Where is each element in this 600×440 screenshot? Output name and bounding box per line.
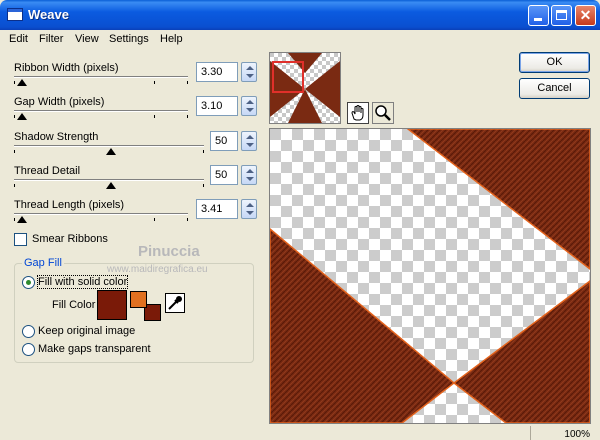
maximize-button[interactable] [551,5,572,26]
thread-detail-spinner[interactable] [241,165,257,185]
gap-width-label: Gap Width (pixels) [14,96,105,108]
spin-up-icon [246,100,254,104]
fill-color-swatch[interactable] [97,290,127,320]
ribbon-width-input[interactable]: 3.30 [196,62,238,82]
slider-tick [187,115,188,118]
spin-up-icon [246,203,254,207]
close-button[interactable]: ✕ [575,5,596,26]
gap-width-input[interactable]: 3.10 [196,96,238,116]
fill-solid-radio[interactable] [22,276,35,289]
slider-tick [203,150,204,153]
close-icon: ✕ [579,7,592,23]
pan-tool-button[interactable] [347,102,369,124]
maximize-icon [556,10,567,20]
slider-tick [14,218,15,221]
menu-bar: Edit Filter View Settings Help [0,30,600,50]
watermark-name: Pinuccia [138,243,200,260]
spin-down-icon [246,108,254,112]
eyedropper-button[interactable] [165,293,185,313]
slider-tick [154,218,155,221]
transparent-gaps-label[interactable]: Make gaps transparent [38,343,151,355]
preview-canvas[interactable] [269,128,591,424]
foreground-color-swatch[interactable] [130,291,147,308]
shadow-strength-slider[interactable] [14,145,204,153]
slider-tick [187,218,188,221]
spin-up-icon [246,169,254,173]
shadow-strength-label: Shadow Strength [14,131,99,143]
ribbon-width-label: Ribbon Width (pixels) [14,62,119,74]
slider-tick [154,81,155,84]
spin-down-icon [246,177,254,181]
ribbon-width-slider[interactable] [14,76,188,84]
thread-detail-input[interactable]: 50 [210,165,238,185]
title-bar[interactable]: Weave ✕ [0,0,600,30]
spin-up-icon [246,135,254,139]
slider-tick [14,115,15,118]
preview-thumbnail[interactable] [269,52,341,124]
smear-ribbons-checkbox[interactable] [14,233,27,246]
thread-detail-label: Thread Detail [14,165,81,177]
slider-tick [203,184,204,187]
spin-down-icon [246,74,254,78]
shadow-strength-input[interactable]: 50 [210,131,238,151]
minimize-icon [534,18,542,21]
spin-down-icon [246,211,254,215]
menu-edit[interactable]: Edit [9,33,28,45]
weave-preview-image [270,129,590,423]
hand-icon [351,105,364,121]
thread-length-spinner[interactable] [241,199,257,219]
spin-down-icon [246,143,254,147]
slider-tick [14,150,15,153]
ok-button[interactable]: OK [519,52,590,73]
gap-width-spinner[interactable] [241,96,257,116]
status-separator [530,426,531,440]
status-bar: 100% [0,426,600,440]
gap-width-slider[interactable] [14,110,188,118]
menu-view[interactable]: View [75,33,99,45]
window-icon [7,8,23,21]
shadow-strength-slider-thumb[interactable] [106,148,116,155]
menu-help[interactable]: Help [160,33,183,45]
thread-length-slider[interactable] [14,213,188,221]
zoom-level: 100% [564,429,590,440]
slider-tick [187,81,188,84]
gap-fill-title: Gap Fill [22,257,64,269]
smear-ribbons-label[interactable]: Smear Ribbons [32,233,108,245]
thread-length-label: Thread Length (pixels) [14,199,125,211]
zoom-tool-button[interactable] [372,102,394,124]
shadow-strength-spinner[interactable] [241,131,257,151]
ribbon-width-slider-thumb[interactable] [17,79,27,86]
thread-length-slider-thumb[interactable] [17,216,27,223]
fill-solid-label[interactable]: Fill with solid color [36,275,129,289]
keep-original-label[interactable]: Keep original image [38,325,135,337]
transparent-gaps-radio[interactable] [22,343,35,356]
menu-settings[interactable]: Settings [109,33,149,45]
spin-up-icon [246,66,254,70]
cancel-button[interactable]: Cancel [519,78,590,99]
slider-tick [14,81,15,84]
keep-original-radio[interactable] [22,325,35,338]
thread-length-input[interactable]: 3.41 [196,199,238,219]
ribbon-width-spinner[interactable] [241,62,257,82]
thread-detail-slider[interactable] [14,179,204,187]
gap-width-slider-thumb[interactable] [17,113,27,120]
magnifier-icon [375,105,391,121]
fill-color-label: Fill Color [52,299,96,311]
minimize-button[interactable] [528,5,549,26]
eyedropper-icon [168,296,182,310]
slider-tick [14,184,15,187]
window-title: Weave [28,7,69,22]
thumbnail-image [270,53,340,123]
menu-filter[interactable]: Filter [39,33,63,45]
thread-detail-slider-thumb[interactable] [106,182,116,189]
slider-tick [154,115,155,118]
